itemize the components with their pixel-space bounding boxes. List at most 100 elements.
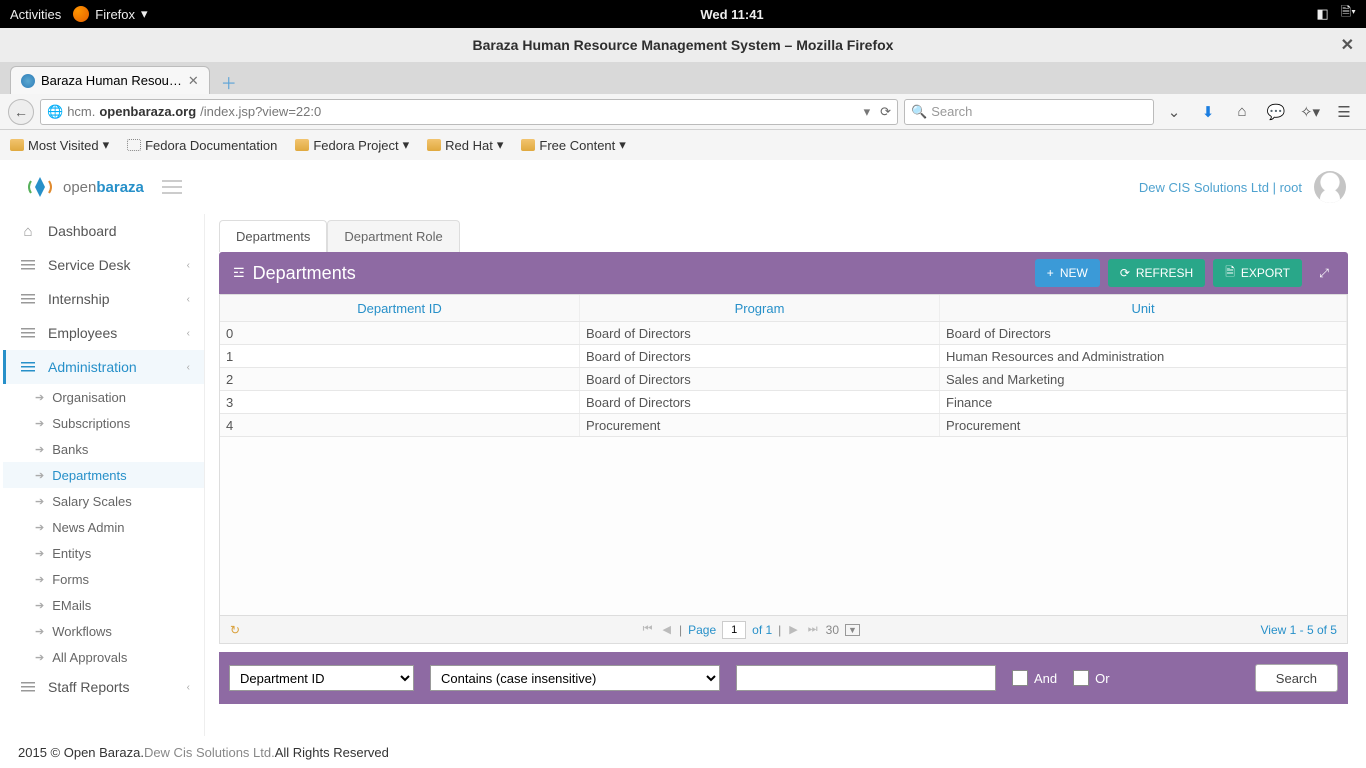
downloads-icon[interactable]: ⬇	[1194, 103, 1222, 121]
sidebar-label: Forms	[52, 572, 89, 587]
col-department-id[interactable]: Department ID	[220, 295, 580, 321]
pager-last-icon[interactable]: ⏭	[806, 623, 820, 636]
new-button[interactable]: +NEW	[1035, 259, 1100, 287]
pager-prev-icon[interactable]: ◀	[661, 623, 673, 636]
tab-department-role[interactable]: Department Role	[327, 220, 459, 252]
bookmark-most-visited[interactable]: Most Visited▾	[10, 137, 109, 153]
filter-field-select[interactable]: Department ID	[229, 665, 414, 691]
arrow-icon: ➔	[35, 547, 44, 560]
pager-refresh-icon[interactable]: ↻	[230, 623, 240, 637]
clock[interactable]: Wed 11:41	[700, 7, 763, 22]
bookmark-redhat[interactable]: Red Hat▾	[427, 137, 503, 153]
bookmark-label: Fedora Documentation	[145, 138, 277, 153]
bookmark-free-content[interactable]: Free Content▾	[521, 137, 625, 153]
folder-icon	[427, 139, 441, 151]
chevron-icon: ‹	[187, 362, 190, 373]
chevron-icon: ‹	[187, 682, 190, 693]
table-row[interactable]: 4ProcurementProcurement	[220, 414, 1347, 437]
page-content: openbaraza Dew CIS Solutions Ltd | root …	[0, 160, 1366, 736]
pager-page-input[interactable]	[722, 621, 746, 639]
fullscreen-button[interactable]: ⤢	[1310, 259, 1338, 287]
browser-tab[interactable]: Baraza Human Resou… ✕	[10, 66, 210, 94]
table-row[interactable]: 3Board of DirectorsFinance	[220, 391, 1347, 414]
refresh-button[interactable]: ⟳REFRESH	[1108, 259, 1205, 287]
pocket-icon[interactable]: ⌄	[1160, 103, 1188, 121]
tray-icon[interactable]: 🗎▾	[1341, 3, 1356, 25]
checkbox-icon	[1012, 670, 1028, 686]
sidebar-item-dashboard[interactable]: ⌂ Dashboard	[3, 214, 204, 248]
bookmark-fedora-proj[interactable]: Fedora Project▾	[295, 137, 409, 153]
sidebar-sub-forms[interactable]: ➔Forms	[3, 566, 204, 592]
sidebar-item-staff-reports[interactable]: Staff Reports‹	[3, 670, 204, 704]
search-bar[interactable]: 🔍 Search	[904, 99, 1154, 125]
sidebar-sub-salary-scales[interactable]: ➔Salary Scales	[3, 488, 204, 514]
home-icon[interactable]: ⌂	[1228, 103, 1256, 120]
filter-op-select[interactable]: Contains (case insensitive)	[430, 665, 720, 691]
back-button[interactable]: ←	[8, 99, 34, 125]
arrow-icon: ➔	[35, 495, 44, 508]
cell-unit: Sales and Marketing	[940, 368, 1347, 390]
sidebar-sub-entitys[interactable]: ➔ Entitys	[3, 540, 204, 566]
menu-toggle-icon[interactable]	[162, 180, 182, 194]
tab-departments[interactable]: Departments	[219, 220, 327, 252]
sidebar-sub-subscriptions[interactable]: ➔Subscriptions	[3, 410, 204, 436]
table-row[interactable]: 2Board of DirectorsSales and Marketing	[220, 368, 1347, 391]
pager-size-dropdown-icon[interactable]: ▼	[845, 624, 860, 636]
pager-first-icon[interactable]: ⏮	[641, 623, 655, 636]
brand-logo[interactable]: openbaraza	[25, 175, 182, 200]
col-unit[interactable]: Unit	[940, 295, 1347, 321]
sidebar-item-employees[interactable]: Employees‹	[3, 316, 204, 350]
col-program[interactable]: Program	[580, 295, 940, 321]
footer-copyright: 2015 © Open Baraza.	[18, 745, 144, 760]
checkbox-label: Or	[1095, 671, 1109, 686]
sidebar-sub-departments[interactable]: ➔Departments	[3, 462, 204, 488]
sidebar-item-service-desk[interactable]: Service Desk‹	[3, 248, 204, 282]
chat-icon[interactable]: 💬	[1262, 103, 1290, 121]
extension-icon[interactable]: ✧▾	[1296, 103, 1324, 121]
cell-program: Board of Directors	[580, 322, 940, 344]
export-button[interactable]: 🗎EXPORT	[1213, 259, 1302, 287]
sidebar-label: Entitys	[52, 546, 91, 561]
search-button[interactable]: Search	[1255, 664, 1338, 692]
activities-button[interactable]: Activities	[10, 7, 61, 22]
table-row[interactable]: 1Board of DirectorsHuman Resources and A…	[220, 345, 1347, 368]
cell-id: 1	[220, 345, 580, 367]
sidebar-label: Departments	[52, 468, 126, 483]
pager-next-icon[interactable]: ▶	[787, 623, 799, 636]
sidebar-label: Dashboard	[48, 223, 117, 239]
filter-value-input[interactable]	[736, 665, 996, 691]
sidebar-sub-news-admin[interactable]: ➔News Admin	[3, 514, 204, 540]
sidebar-sub-all-approvals[interactable]: ➔All Approvals	[3, 644, 204, 670]
filter-or-checkbox[interactable]: Or	[1073, 670, 1109, 686]
sidebar-label: Internship	[48, 291, 109, 307]
new-tab-button[interactable]: ＋	[216, 70, 242, 94]
sidebar-sub-banks[interactable]: ➔Banks	[3, 436, 204, 462]
chevron-icon: ‹	[187, 294, 190, 305]
reload-icon[interactable]: ⟳	[880, 104, 891, 120]
firefox-icon	[73, 6, 89, 22]
table-row[interactable]: 0Board of DirectorsBoard of Directors	[220, 322, 1347, 345]
bookmark-fedora-doc[interactable]: Fedora Documentation	[127, 138, 277, 153]
list-icon	[20, 682, 36, 692]
sidebar-sub-emails[interactable]: ➔EMails	[3, 592, 204, 618]
chevron-down-icon: ▾	[141, 6, 148, 22]
sidebar-sub-workflows[interactable]: ➔Workflows	[3, 618, 204, 644]
filter-and-checkbox[interactable]: And	[1012, 670, 1057, 686]
sidebar-sub-organisation[interactable]: ➔Organisation	[3, 384, 204, 410]
tab-close-icon[interactable]: ✕	[188, 73, 199, 89]
window-close-button[interactable]: ✕	[1341, 35, 1354, 55]
cell-unit: Procurement	[940, 414, 1347, 436]
url-dropdown-icon[interactable]: ▾	[864, 104, 871, 120]
tray-icon[interactable]: ◧	[1316, 6, 1328, 22]
chevron-icon: ‹	[187, 328, 190, 339]
address-bar[interactable]: 🌐 hcm.openbaraza.org/index.jsp?view=22:0…	[40, 99, 898, 125]
pager-view-label: View 1 - 5 of 5	[1260, 623, 1337, 637]
sidebar-item-administration[interactable]: Administration‹	[3, 350, 204, 384]
menu-icon[interactable]: ☰	[1330, 103, 1358, 121]
globe-icon: 🌐	[47, 104, 63, 120]
active-app[interactable]: Firefox ▾	[73, 6, 147, 22]
avatar-icon[interactable]	[1314, 171, 1346, 203]
sidebar-item-internship[interactable]: Internship ‹	[3, 282, 204, 316]
user-label[interactable]: Dew CIS Solutions Ltd | root	[1139, 180, 1302, 195]
home-icon: ⌂	[20, 223, 36, 240]
